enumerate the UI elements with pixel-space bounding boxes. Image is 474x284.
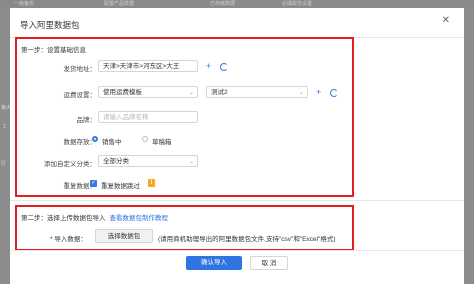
confirm-import-button[interactable]: 确认导入 (186, 256, 242, 270)
step2-title: 第二步：选择上传数据包导入 查看数据包制作教程 (21, 215, 169, 222)
refresh-icon[interactable] (330, 89, 338, 97)
category-select[interactable]: 全部分类 ⌄ (98, 155, 198, 167)
brand-label: 品牌： (76, 117, 97, 124)
section-divider (10, 200, 464, 201)
duplicate-label: 重复数据： (63, 183, 97, 190)
duplicate-checkbox-label: 重复数据跳过 (101, 183, 140, 190)
close-icon[interactable]: ✕ (442, 15, 450, 26)
category-label: 添加自定义分类： (44, 161, 96, 168)
add-icon[interactable]: + (316, 88, 321, 97)
brand-input[interactable]: 请输入品牌名称 (98, 111, 198, 123)
background-tab-strip (0, 0, 474, 8)
footer-divider (10, 250, 464, 251)
import-dialog: 导入阿里数据包 ✕ 第一步：设置基础信息 发货地址： 天津>天津市>河东区>大王… (10, 8, 464, 284)
cancel-button[interactable]: 取 消 (250, 256, 288, 270)
add-icon[interactable]: + (206, 62, 211, 71)
storage-label: 数据存放： (63, 139, 97, 146)
tutorial-link[interactable]: 查看数据包制作教程 (110, 215, 169, 222)
freight-template-select[interactable]: 测试2 ⌄ (206, 86, 308, 98)
radio-draft-label: 草稿箱 (152, 139, 172, 146)
background-tab: 一级备份 (14, 1, 35, 7)
chevron-down-icon: ⌄ (188, 159, 194, 165)
freight-label: 运费设置： (63, 92, 97, 99)
background-tab: 必填属性设置 (282, 1, 313, 7)
ship-from-label: 发货地址： (63, 66, 97, 73)
duplicate-checkbox[interactable]: ✓ (90, 180, 97, 187)
radio-on-sale-label: 销售中 (102, 139, 122, 146)
radio-draft[interactable] (142, 136, 148, 142)
radio-on-sale[interactable] (92, 136, 98, 142)
import-data-label: * 导入数据： (50, 236, 87, 243)
background-tab: 已存储数据 (210, 1, 236, 7)
chevron-down-icon: ⌄ (298, 90, 304, 96)
freight-type-select[interactable]: 使用运费模板 ⌄ (98, 86, 198, 98)
step1-title: 第一步：设置基础信息 (21, 47, 86, 54)
warning-icon: ! (148, 179, 155, 187)
background-right-panel (464, 8, 474, 284)
background-side-text: 行 (1, 161, 7, 167)
dialog-title: 导入阿里数据包 (20, 20, 80, 30)
background-side-text: 1 (3, 124, 6, 130)
chevron-down-icon: ⌄ (188, 90, 194, 96)
background-tab: 配置产品数据 (104, 1, 135, 7)
ship-from-select[interactable]: 天津>天津市>河东区>大王 (98, 60, 198, 72)
refresh-icon[interactable] (220, 63, 228, 71)
import-hint: (请用商机助理导出的阿里数据包文件,支持"csv"和"Excel"格式) (158, 236, 336, 243)
choose-package-button[interactable]: 选择数据包 (95, 229, 153, 243)
background-left-panel (0, 8, 10, 284)
